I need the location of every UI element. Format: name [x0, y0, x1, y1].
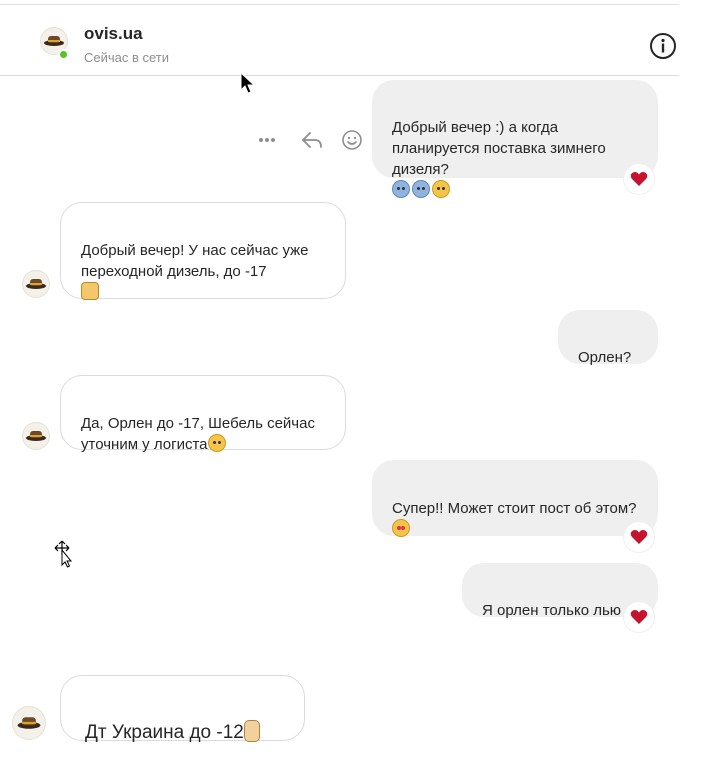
message-text: Дт Украина до -12	[85, 722, 244, 743]
reply-icon[interactable]	[300, 128, 324, 157]
heart-icon	[630, 530, 648, 544]
online-status-dot	[58, 49, 69, 60]
smiling-face-icon	[207, 434, 226, 452]
emoji-reaction-icon[interactable]	[340, 128, 364, 157]
sender-avatar[interactable]	[22, 422, 50, 450]
heart-icon	[630, 172, 648, 186]
message-text: Орлен?	[578, 349, 632, 366]
heart-reaction[interactable]	[624, 164, 654, 194]
hat-avatar-icon	[44, 36, 64, 46]
sender-avatar[interactable]	[22, 270, 50, 298]
hat-avatar-icon	[26, 431, 46, 441]
message-text: Добрый вечер! У нас сейчас уже переходно…	[81, 242, 309, 280]
mouse-cursor-icon	[240, 72, 256, 94]
message-text: Я орлен только лью	[482, 602, 622, 619]
sender-avatar[interactable]	[12, 706, 46, 740]
message-actions	[256, 128, 366, 154]
star-struck-icon	[392, 519, 410, 537]
cold-face-icon	[412, 180, 430, 198]
message-bubble-incoming[interactable]: Да, Орлен до -17, Шебель сейчас уточним …	[60, 375, 346, 453]
hat-avatar-icon	[17, 717, 41, 729]
message-text: Супер!! Может стоит пост об этом?	[392, 500, 637, 517]
more-options-icon[interactable]	[256, 132, 278, 153]
message-text: Да, Орлен до -17, Шебель сейчас уточним …	[81, 415, 315, 453]
message-bubble-incoming[interactable]: Дт Украина до -12	[60, 675, 305, 743]
message-bubble-outgoing[interactable]: Супер!! Может стоит пост об этом?	[372, 460, 658, 537]
raising-hands-icon	[81, 282, 99, 300]
info-button[interactable]	[648, 31, 678, 61]
hat-avatar-icon	[26, 279, 46, 289]
victory-hand-icon	[243, 720, 260, 742]
grinning-face-icon	[432, 180, 450, 198]
message-text: Добрый вечер :) а когда планируется пост…	[392, 119, 606, 178]
message-bubble-incoming[interactable]: Добрый вечер! У нас сейчас уже переходно…	[60, 202, 346, 300]
contact-name[interactable]: ovis.ua	[84, 24, 143, 44]
heart-icon	[630, 610, 648, 624]
move-cursor-icon	[54, 540, 73, 568]
message-bubble-outgoing[interactable]: Орлен?	[558, 310, 658, 366]
message-bubble-outgoing[interactable]: Добрый вечер :) а когда планируется пост…	[372, 80, 658, 198]
heart-reaction[interactable]	[624, 602, 654, 632]
cold-face-icon	[392, 180, 410, 198]
chat-header: ovis.ua Сейчас в сети	[0, 4, 679, 76]
heart-reaction[interactable]	[624, 522, 654, 552]
info-circle-icon	[650, 33, 676, 59]
contact-status: Сейчас в сети	[84, 50, 170, 65]
